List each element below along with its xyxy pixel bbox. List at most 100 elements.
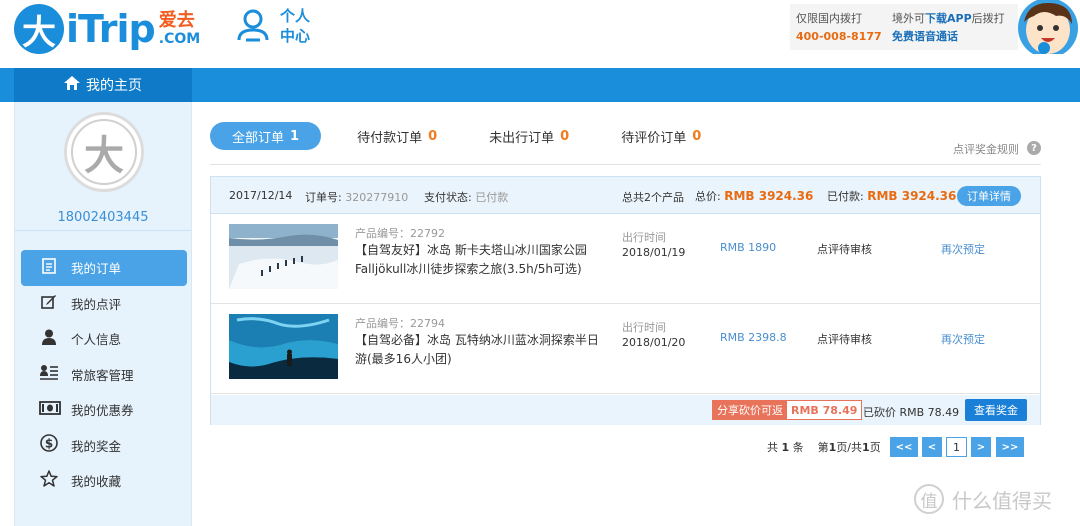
sidebar-item-coupons[interactable]: 我的优惠券 [21, 392, 187, 428]
watermark-logo-icon: 值 [914, 484, 944, 514]
sidebar-item-label: 我的订单 [71, 261, 122, 277]
hotline-panel: 仅限国内拨打 400-008-8177 境外可下载APP后拨打 免费语音通话 [790, 4, 1018, 50]
next-page-button[interactable]: > [971, 437, 991, 457]
travel-date-label: 出行时间 [622, 321, 666, 334]
tab-not-traveled[interactable]: 未出行订单 0 [489, 122, 569, 150]
watermark-text: 什么值得买 [952, 488, 1052, 513]
coupon-icon [39, 400, 61, 419]
star-icon [39, 470, 59, 491]
order-date: 2017/12/14 [229, 189, 293, 202]
tab-count: 0 [692, 128, 702, 144]
home-icon [64, 76, 80, 94]
product-code: 产品编号：22792 [355, 227, 445, 240]
sidebar-item-label: 我的收藏 [71, 474, 122, 490]
domestic-number: 400-008-8177 [796, 30, 882, 43]
sidebar: 大 18002403445 我的订单 我的点评 个人信息 常旅客管理 我的优惠券… [14, 102, 192, 526]
first-page-button[interactable]: << [890, 437, 918, 457]
order-footer: 分享砍价可返 RMB 78.49 已砍价 RMB 78.49 查看奖金 [211, 395, 1040, 425]
nav-home-label: 我的主页 [86, 78, 142, 94]
logo-mark-icon: 大 [14, 4, 64, 54]
logo-com: .COM [158, 31, 201, 47]
travel-date: 2018/01/19 [622, 246, 686, 259]
smzdm-watermark: 值 什么值得买 [914, 484, 1052, 514]
edit-review-icon [39, 293, 59, 313]
order-tabs: 全部订单 1 待付款订单 0 未出行订单 0 待评价订单 0 [210, 122, 753, 150]
order-doc-icon [39, 257, 59, 278]
user-avatar[interactable]: 大 [64, 112, 144, 192]
sidebar-item-label: 我的优惠券 [71, 403, 134, 419]
sidebar-item-profile[interactable]: 个人信息 [21, 321, 187, 357]
header: 大 iTrip 爱去 .COM 个人中心 仅限国内拨打 400-008-8177… [0, 0, 1080, 68]
tab-pending-review[interactable]: 待评价订单 0 [621, 122, 701, 150]
tab-count: 0 [560, 128, 570, 144]
tab-count: 1 [290, 128, 300, 144]
sidebar-menu: 我的订单 我的点评 个人信息 常旅客管理 我的优惠券 $ 我的奖金 我的收藏 [21, 250, 187, 499]
product-thumbnail[interactable] [229, 314, 338, 379]
tab-count: 0 [428, 128, 438, 144]
overseas-label: 境外可下载APP后拨打 [892, 12, 1005, 25]
prev-page-button[interactable]: < [922, 437, 942, 457]
traveler-list-icon [39, 364, 59, 384]
user-phone: 18002403445 [57, 210, 149, 225]
order-total: 总价: RMB 3924.36 [695, 189, 814, 203]
tab-divider [210, 164, 1041, 165]
sidebar-item-label: 我的点评 [71, 296, 122, 312]
order-item-row: 产品编号：22792 【自驾友好】冰岛 斯卡夫塔山冰川国家公园Falljökul… [211, 215, 1040, 304]
sidebar-item-travelers[interactable]: 常旅客管理 [21, 357, 187, 393]
product-name[interactable]: 【自驾友好】冰岛 斯卡夫塔山冰川国家公园Falljökull冰川徒步探索之旅(3… [355, 241, 603, 279]
share-bargain-amount: RMB 78.49 [787, 401, 862, 419]
pagination-summary: 共 1 条 第 1 页/共 1 页 [767, 440, 881, 455]
itrip-logo[interactable]: 大 iTrip 爱去 .COM [14, 4, 200, 54]
logo-cn: 爱去 [158, 10, 195, 31]
rebook-link[interactable]: 再次预定 [941, 331, 985, 347]
order-detail-button[interactable]: 订单详情 [957, 186, 1021, 206]
sidebar-item-reviews[interactable]: 我的点评 [21, 286, 187, 322]
view-bonus-button[interactable]: 查看奖金 [965, 399, 1027, 421]
sidebar-item-favorites[interactable]: 我的收藏 [21, 463, 187, 499]
pay-status: 支付状态: 已付款 [424, 191, 509, 204]
item-price: RMB 1890 [720, 241, 777, 254]
help-icon[interactable]: ? [1027, 141, 1041, 155]
rebook-link[interactable]: 再次预定 [941, 241, 985, 257]
sidebar-item-label: 我的奖金 [71, 438, 122, 454]
logo-text: iTrip [66, 7, 156, 51]
mascot-avatar-icon [1014, 0, 1080, 58]
order-header: 2017/12/14 订单号: 320277910 支付状态: 已付款 总共2个… [211, 177, 1040, 214]
dollar-icon: $ [39, 434, 59, 456]
current-page[interactable]: 1 [946, 437, 967, 457]
sidebar-divider [15, 230, 191, 231]
review-rule-link[interactable]: 点评奖金规则 [953, 141, 1019, 157]
svg-text:$: $ [45, 437, 53, 451]
last-page-button[interactable]: >> [996, 437, 1024, 457]
sidebar-item-label: 个人信息 [71, 332, 122, 348]
free-voice-call[interactable]: 免费语音通话 [892, 28, 1005, 46]
order-paid: 已付款: RMB 3924.36 [827, 189, 957, 203]
sidebar-item-label: 常旅客管理 [71, 367, 134, 383]
item-price: RMB 2398.8 [720, 331, 787, 344]
share-bargain-badge[interactable]: 分享砍价可返 RMB 78.49 [712, 400, 863, 420]
review-status: 点评待审核 [817, 333, 872, 346]
personal-center-label: 个人中心 [280, 7, 311, 45]
default-avatar-icon: 大 [71, 119, 137, 185]
product-thumbnail[interactable] [229, 224, 338, 289]
tab-pending-payment[interactable]: 待付款订单 0 [357, 122, 437, 150]
product-name[interactable]: 【自驾必备】冰岛 瓦特纳冰川蓝冰洞探索半日游(最多16人小团) [355, 331, 603, 369]
share-bargain-label: 分享砍价可返 [713, 401, 787, 419]
nav-home[interactable]: 我的主页 [14, 68, 192, 102]
tab-all-orders[interactable]: 全部订单 1 [210, 122, 322, 150]
sidebar-item-bonus[interactable]: $ 我的奖金 [21, 428, 187, 464]
domestic-label: 仅限国内拨打 [796, 12, 862, 25]
person-icon [39, 329, 59, 349]
travel-date: 2018/01/20 [622, 336, 686, 349]
user-outline-icon [236, 6, 270, 46]
review-status: 点评待审核 [817, 243, 872, 256]
product-code: 产品编号：22794 [355, 317, 445, 330]
order-number: 订单号: 320277910 [305, 191, 409, 204]
personal-center[interactable]: 个人中心 [236, 6, 316, 46]
bargained-amount: 已砍价 RMB 78.49 [863, 406, 960, 419]
product-count: 总共2个产品 [622, 191, 684, 204]
travel-date-label: 出行时间 [622, 231, 666, 244]
download-app-link[interactable]: 下载APP [925, 12, 972, 25]
sidebar-item-orders[interactable]: 我的订单 [21, 250, 187, 286]
order-item-row: 产品编号：22794 【自驾必备】冰岛 瓦特纳冰川蓝冰洞探索半日游(最多16人小… [211, 305, 1040, 394]
